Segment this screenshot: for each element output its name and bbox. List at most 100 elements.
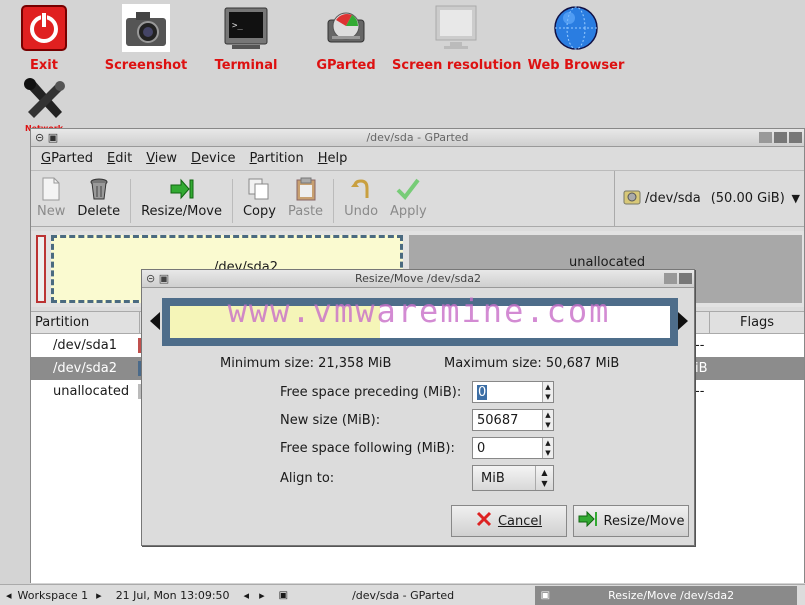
max-size-label: Maximum size: 50,687 MiB	[444, 356, 620, 371]
device-selector[interactable]: /dev/sda (50.00 GiB) ▼	[614, 171, 804, 226]
column-flags[interactable]: Flags	[709, 311, 774, 334]
column-partition[interactable]: Partition	[35, 315, 89, 330]
workspace-next-icon[interactable]: ▸	[96, 589, 102, 602]
desktop-icon-label: Screen resolution	[392, 58, 522, 73]
close-button[interactable]	[679, 273, 692, 284]
menu-view[interactable]: View	[146, 151, 177, 166]
menu-help[interactable]: Help	[318, 151, 348, 166]
new-size-value: 50687	[477, 413, 519, 428]
svg-text:>_: >_	[232, 21, 243, 31]
resize-move-button[interactable]: Resize/Move	[135, 177, 228, 219]
toolbar-separator	[231, 179, 233, 223]
copy-icon	[247, 177, 271, 201]
resizer-frame[interactable]	[162, 298, 678, 346]
tools-icon	[20, 76, 68, 124]
desktop-icon-network[interactable]: Network	[16, 76, 72, 133]
monitor-icon	[432, 4, 480, 52]
resize-arrow-icon	[170, 177, 194, 201]
terminal-icon: >_	[222, 4, 270, 52]
power-icon	[20, 4, 68, 52]
desktop-icon-label: Exit	[30, 58, 58, 73]
apply-button[interactable]: Apply	[384, 177, 433, 219]
min-size-label: Minimum size: 21,358 MiB	[220, 356, 392, 371]
align-combobox[interactable]: MiB ▲ ▼	[472, 465, 554, 491]
desktop-icon-label: GParted	[316, 58, 376, 73]
dialog-titlebar[interactable]: ⊝ ▣ Resize/Move /dev/sda2	[142, 270, 694, 288]
dropdown-arrow-icon: ▼	[791, 192, 800, 205]
new-size-spinbox[interactable]: 50687 ▲ ▼	[472, 409, 554, 431]
taskbar: ◂ Workspace 1 ▸ 21 Jul, Mon 13:09:50 ◂ ▸…	[0, 584, 805, 605]
desktop-icon-gparted[interactable]: GParted	[308, 4, 384, 73]
left-handle-icon[interactable]	[150, 312, 160, 330]
partition-resizer[interactable]	[150, 296, 688, 348]
desktop-icon-web-browser[interactable]: Web Browser	[526, 4, 626, 73]
globe-icon	[552, 4, 600, 52]
toolbar-separator	[130, 179, 132, 223]
undo-button[interactable]: Undo	[338, 177, 384, 219]
window-title: /dev/sda - GParted	[366, 131, 469, 144]
desktop-icon-screenshot[interactable]: Screenshot	[100, 4, 192, 73]
following-label: Free space following (MiB):	[280, 441, 455, 456]
new-button[interactable]: New	[31, 177, 71, 219]
copy-button[interactable]: Copy	[237, 177, 282, 219]
window-titlebar[interactable]: ⊝ ▣ /dev/sda - GParted	[31, 129, 804, 147]
camera-icon	[122, 4, 170, 52]
task-resize-move[interactable]: ▣ Resize/Move /dev/sda2	[534, 585, 797, 605]
undo-icon	[349, 177, 373, 201]
desktop-icon-label: Screenshot	[104, 58, 188, 73]
following-spinbox[interactable]: 0 ▲ ▼	[472, 437, 554, 459]
maximize-button[interactable]	[774, 132, 787, 143]
cancel-x-icon	[476, 511, 492, 531]
delete-button[interactable]: Delete	[71, 177, 126, 219]
desktop-icon-exit[interactable]: Exit	[16, 4, 72, 73]
dialog-title: Resize/Move /dev/sda2	[354, 272, 482, 285]
menubar: GParted Edit View Device Partition Help	[31, 147, 804, 171]
new-document-icon	[39, 177, 63, 201]
cancel-button[interactable]: Cancel	[451, 505, 567, 537]
preceding-spinbox[interactable]: 0 ▲ ▼	[472, 381, 554, 403]
desktop-icon-label: Web Browser	[527, 58, 625, 73]
new-size-label: New size (MiB):	[280, 413, 381, 428]
minimize-button[interactable]	[664, 273, 677, 284]
spin-arrows-icon[interactable]: ▲ ▼	[542, 410, 553, 430]
toolbar: New Delete Resize/Move Copy Paste Undo A…	[31, 171, 804, 227]
graph-sda1[interactable]	[36, 235, 46, 303]
menu-edit[interactable]: Edit	[107, 151, 132, 166]
minimize-button[interactable]	[759, 132, 772, 143]
device-size: (50.00 GiB)	[710, 191, 785, 206]
used-space-bar	[170, 306, 380, 338]
close-button[interactable]	[789, 132, 802, 143]
desktop-icon-screen-resolution[interactable]: Screen resolution	[392, 4, 522, 73]
window-icon: ▣	[540, 589, 551, 601]
toolbar-separator	[333, 179, 335, 223]
align-label: Align to:	[280, 471, 335, 486]
harddisk-icon	[623, 188, 641, 210]
window-icon: ▣	[278, 589, 289, 601]
align-value: MiB	[481, 471, 505, 486]
taskbar-next-icon[interactable]: ▸	[259, 589, 265, 602]
workspace-label[interactable]: Workspace 1	[18, 589, 89, 602]
checkmark-icon	[396, 177, 420, 201]
disk-icon	[322, 4, 370, 52]
right-handle-icon[interactable]	[678, 312, 688, 330]
trash-icon	[87, 177, 111, 201]
preceding-value: 0	[477, 385, 488, 400]
paste-icon	[294, 177, 318, 201]
spin-arrows-icon[interactable]: ▲ ▼	[542, 438, 553, 458]
spin-arrows-icon[interactable]: ▲ ▼	[542, 382, 553, 402]
desktop-icon-label: Terminal	[214, 58, 278, 73]
preceding-label: Free space preceding (MiB):	[280, 385, 462, 400]
menu-device[interactable]: Device	[191, 151, 235, 166]
menu-gparted[interactable]: GParted	[41, 151, 93, 166]
menu-partition[interactable]: Partition	[250, 151, 304, 166]
graph-unallocated-label: unallocated	[569, 255, 646, 270]
workspace-prev-icon[interactable]: ◂	[6, 589, 12, 602]
desktop-icon-terminal[interactable]: >_ Terminal	[206, 4, 286, 73]
resize-move-dialog: ⊝ ▣ Resize/Move /dev/sda2 www.vmwaremine…	[141, 269, 695, 546]
combo-arrows-icon: ▲ ▼	[535, 466, 553, 490]
resize-move-confirm-button[interactable]: Resize/Move	[573, 505, 689, 537]
paste-button[interactable]: Paste	[282, 177, 329, 219]
taskbar-prev-icon[interactable]: ◂	[244, 589, 250, 602]
task-gparted[interactable]: ▣ /dev/sda - GParted	[273, 586, 535, 605]
clock: 21 Jul, Mon 13:09:50	[115, 588, 230, 602]
